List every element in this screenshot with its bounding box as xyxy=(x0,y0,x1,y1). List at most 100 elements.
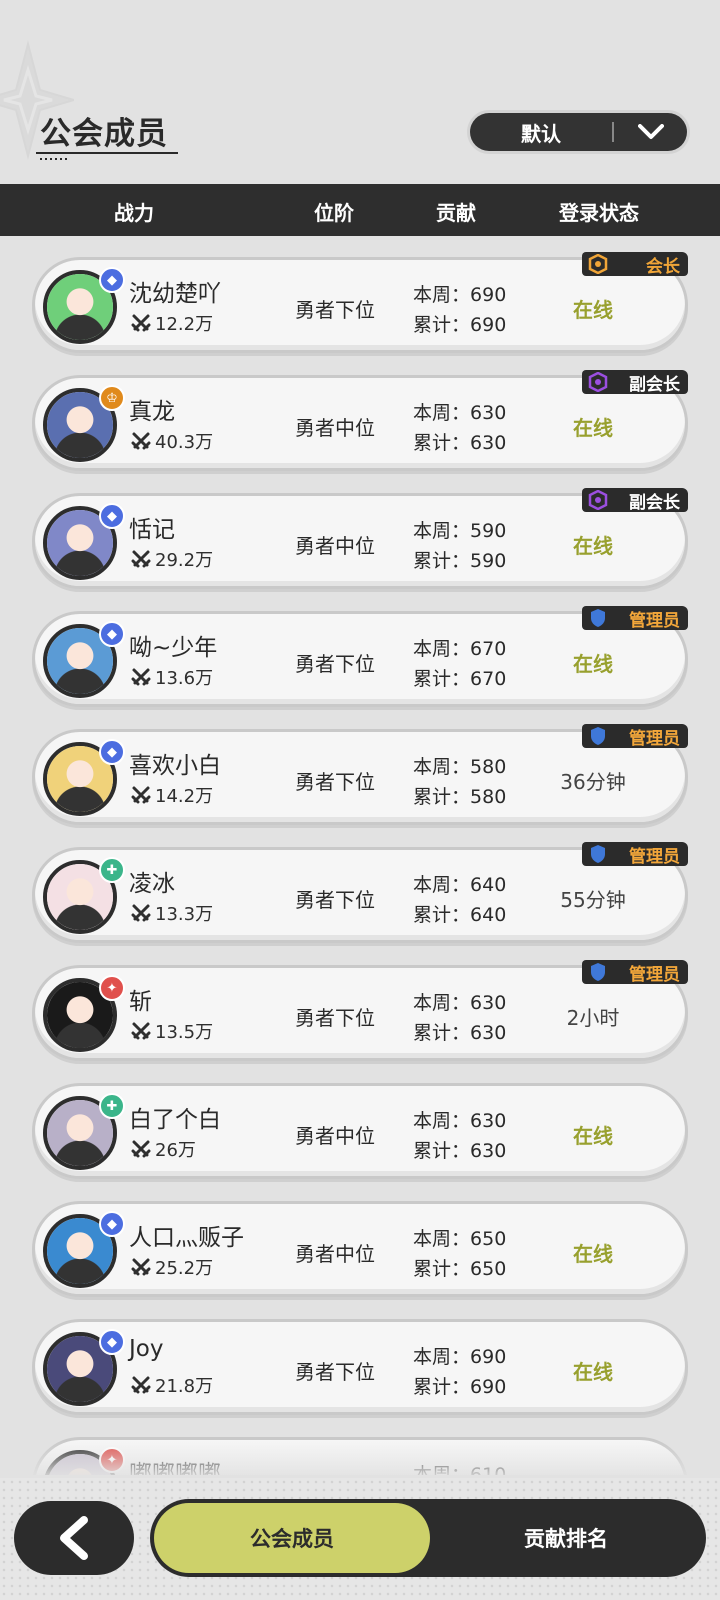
tab-guild-members[interactable]: 公会成员 xyxy=(154,1503,430,1573)
weekly-label: 本周： xyxy=(413,1110,471,1132)
total-label: 累计： xyxy=(413,314,471,336)
member-row[interactable]: ◆ 人口灬贩子 25.2万 勇者中位 本周：650 累计：650 在线 xyxy=(32,1201,688,1297)
total-contribution: 累计：690 xyxy=(413,310,506,337)
crossed-swords-icon xyxy=(131,904,151,922)
weekly-contribution: 本周：690 xyxy=(413,280,506,307)
sort-dropdown[interactable]: 默认 xyxy=(470,113,687,151)
column-header-contribution[interactable]: 贡献 xyxy=(436,197,476,226)
weekly-label: 本周： xyxy=(413,992,471,1014)
member-row[interactable]: ✦ 斩 13.5万 勇者下位 本周：630 累计：630 2小时 管理员 xyxy=(32,960,688,1061)
total-label: 累计： xyxy=(413,668,471,690)
member-row[interactable]: ◆ Joy 21.8万 勇者下位 本周：690 累计：690 在线 xyxy=(32,1319,688,1415)
login-status: 在线 xyxy=(573,298,613,322)
crossed-swords-icon xyxy=(131,432,151,450)
total-label: 累计： xyxy=(413,1258,471,1280)
member-row[interactable]: ◆ 喜欢小白 14.2万 勇者下位 本周：580 累计：580 36分钟 管理员 xyxy=(32,724,688,825)
total-contribution: 累计：670 xyxy=(413,664,506,691)
weekly-contribution: 本周：630 xyxy=(413,1106,506,1133)
page-title: 公会成员 xyxy=(40,116,168,152)
crossed-swords-icon xyxy=(131,1140,151,1158)
total-contribution: 累计：580 xyxy=(413,782,506,809)
member-rank: 勇者中位 xyxy=(295,1242,375,1266)
shield-icon xyxy=(591,609,605,627)
weekly-contribution: 本周：650 xyxy=(413,1224,506,1251)
login-status: 在线 xyxy=(573,416,613,440)
weekly-label: 本周： xyxy=(413,1346,471,1368)
class-badge-icon: ✦ xyxy=(99,975,125,1001)
member-row[interactable]: ◆ 恬记 29.2万 勇者中位 本周：590 累计：590 在线 副会长 xyxy=(32,488,688,589)
login-status: 在线 xyxy=(573,652,613,676)
power-stat: 29.2万 xyxy=(131,546,213,572)
weekly-contribution: 本周：690 xyxy=(413,1342,506,1369)
power-stat: 12.2万 xyxy=(131,310,213,336)
crossed-swords-icon xyxy=(131,314,151,332)
member-power: 21.8万 xyxy=(155,1376,214,1397)
tab-bar: 公会成员 贡献排名 xyxy=(150,1499,706,1577)
back-button[interactable] xyxy=(14,1501,134,1575)
total-contribution: 累计：650 xyxy=(413,1254,506,1281)
power-stat: 21.8万 xyxy=(131,1372,213,1398)
total-value: 580 xyxy=(470,786,507,808)
weekly-contribution: 本周：630 xyxy=(413,988,506,1015)
member-row[interactable]: ◆ 沈幼楚吖 12.2万 勇者下位 本周：690 累计：690 在线 会长 xyxy=(32,252,688,353)
total-label: 累计： xyxy=(413,1140,471,1162)
weekly-value: 630 xyxy=(470,402,507,424)
total-label: 累计： xyxy=(413,786,471,808)
chevron-down-icon xyxy=(614,124,687,140)
weekly-contribution: 本周：590 xyxy=(413,516,506,543)
column-header-login-status[interactable]: 登录状态 xyxy=(559,197,639,226)
class-badge-icon: ✚ xyxy=(99,857,125,883)
member-rank: 勇者下位 xyxy=(295,1006,375,1030)
tab-contribution-ranking[interactable]: 贡献排名 xyxy=(430,1503,702,1573)
login-status: 55分钟 xyxy=(560,888,626,912)
total-value: 590 xyxy=(470,550,507,572)
weekly-value: 580 xyxy=(470,756,507,778)
weekly-contribution: 本周：580 xyxy=(413,752,506,779)
power-stat: 40.3万 xyxy=(131,428,213,454)
class-badge-icon: ♔ xyxy=(99,385,125,411)
total-value: 630 xyxy=(470,1022,507,1044)
member-name: 人口灬贩子 xyxy=(129,1225,244,1251)
member-row[interactable]: ✚ 凌冰 13.3万 勇者下位 本周：640 累计：640 55分钟 管理员 xyxy=(32,842,688,943)
member-name: 恬记 xyxy=(129,517,175,543)
total-label: 累计： xyxy=(413,904,471,926)
role-label: 管理员 xyxy=(629,610,680,631)
role-tag: 管理员 xyxy=(582,724,688,749)
class-badge-icon: ◆ xyxy=(99,267,125,293)
weekly-label: 本周： xyxy=(413,874,471,896)
crossed-swords-icon xyxy=(131,1376,151,1394)
login-status: 2小时 xyxy=(566,1006,620,1030)
weekly-value: 650 xyxy=(470,1228,507,1250)
member-rank: 勇者下位 xyxy=(295,888,375,912)
column-header-rank[interactable]: 位阶 xyxy=(314,197,354,226)
shield-icon xyxy=(591,727,605,745)
role-label: 副会长 xyxy=(629,374,680,395)
total-value: 650 xyxy=(470,1258,507,1280)
total-value: 690 xyxy=(470,1376,507,1398)
title-underline xyxy=(36,152,178,154)
class-badge-icon: ◆ xyxy=(99,621,125,647)
member-name: 斩 xyxy=(129,989,152,1015)
member-name: 呦~少年 xyxy=(129,635,218,661)
power-stat: 13.6万 xyxy=(131,664,213,690)
weekly-value: 690 xyxy=(470,284,507,306)
total-value: 630 xyxy=(470,432,507,454)
member-row[interactable]: ◆ 呦~少年 13.6万 勇者下位 本周：670 累计：670 在线 管理员 xyxy=(32,606,688,707)
login-status: 在线 xyxy=(573,1242,613,1266)
total-contribution: 累计：630 xyxy=(413,1018,506,1045)
weekly-label: 本周： xyxy=(413,402,471,424)
list-fade xyxy=(0,1440,720,1480)
weekly-contribution: 本周：670 xyxy=(413,634,506,661)
member-list[interactable]: ◆ 沈幼楚吖 12.2万 勇者下位 本周：690 累计：690 在线 会长 ♔ … xyxy=(0,240,720,1475)
member-name: 真龙 xyxy=(129,399,175,425)
weekly-value: 630 xyxy=(470,992,507,1014)
member-rank: 勇者中位 xyxy=(295,416,375,440)
member-row[interactable]: ✚ 白了个白 26万 勇者中位 本周：630 累计：630 在线 xyxy=(32,1083,688,1179)
column-header-power[interactable]: 战力 xyxy=(114,197,154,226)
member-row[interactable]: ♔ 真龙 40.3万 勇者中位 本周：630 累计：630 在线 副会长 xyxy=(32,370,688,471)
member-name: 沈幼楚吖 xyxy=(129,281,221,307)
power-stat: 25.2万 xyxy=(131,1254,213,1280)
member-rank: 勇者中位 xyxy=(295,1124,375,1148)
crest-icon xyxy=(588,490,608,510)
power-stat: 14.2万 xyxy=(131,782,213,808)
